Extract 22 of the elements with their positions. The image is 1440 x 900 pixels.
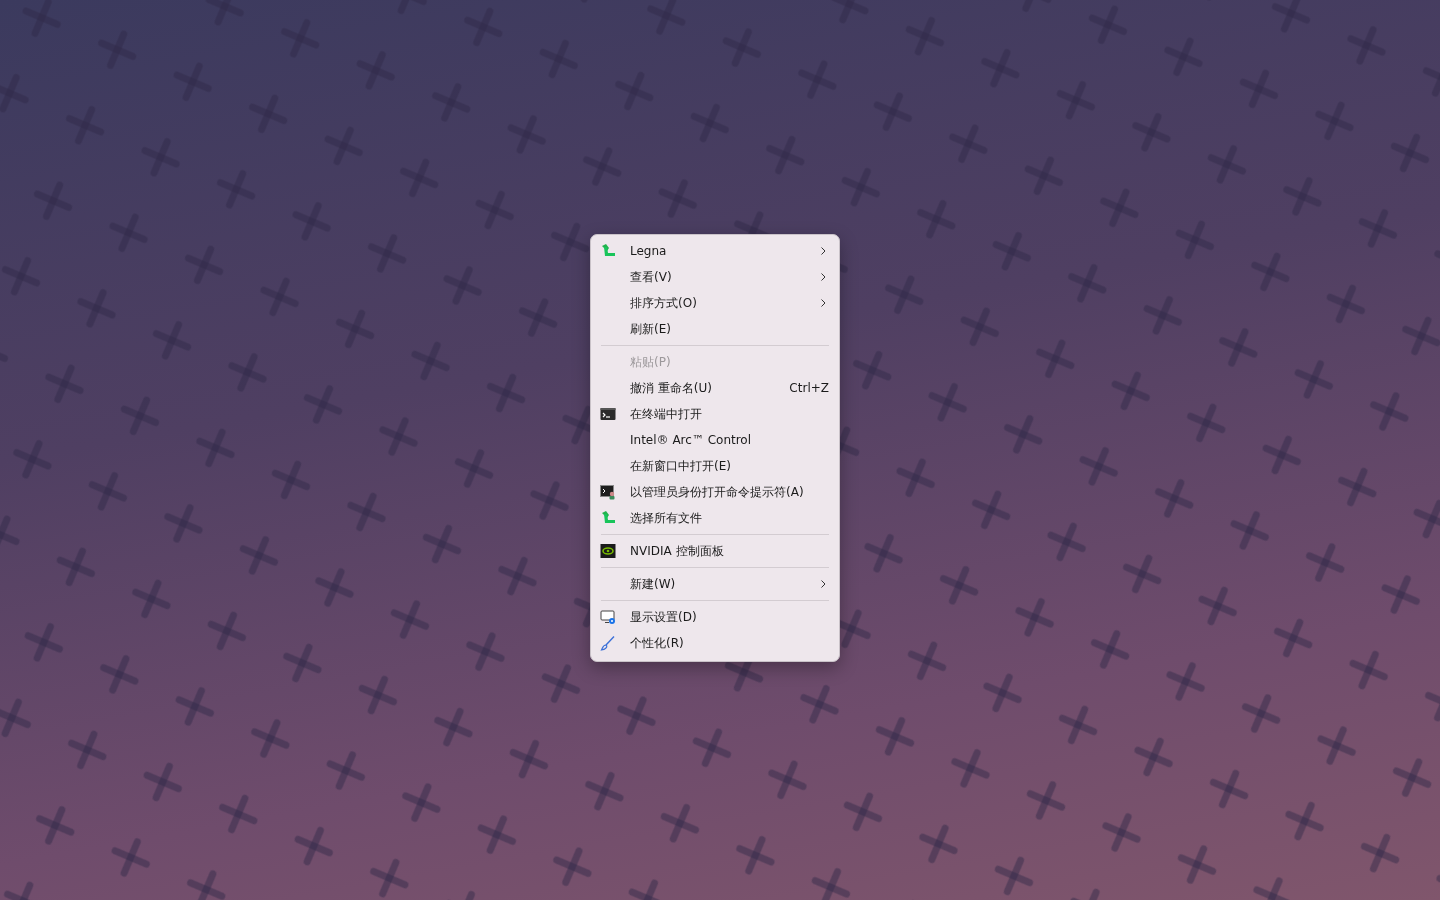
terminal-icon (600, 406, 616, 422)
menu-item[interactable]: 选择所有文件 (595, 505, 835, 531)
menu-item[interactable]: 以管理员身份打开命令提示符(A) (595, 479, 835, 505)
menu-item[interactable]: 新建(W) (595, 571, 835, 597)
chip-eye-icon (600, 543, 616, 559)
menu-item[interactable]: 撤消 重命名(U) Ctrl+Z (595, 375, 835, 401)
shortcut-text: Ctrl+Z (789, 381, 829, 395)
command-prompt-icon (600, 484, 616, 500)
brush-icon (600, 635, 616, 651)
menu-item[interactable]: 刷新(E) (595, 316, 835, 342)
menu-item[interactable]: 排序方式(O) (595, 290, 835, 316)
menu-item[interactable]: 在终端中打开 (595, 401, 835, 427)
menu-item[interactable]: Legna (595, 238, 835, 264)
leaf-icon (600, 510, 616, 526)
leaf-icon (600, 243, 616, 259)
menu-item[interactable]: 查看(V) (595, 264, 835, 290)
menu-item[interactable]: 个性化(R) (595, 630, 835, 656)
menu-item[interactable]: NVIDIA 控制面板 (595, 538, 835, 564)
menu-item[interactable]: 显示设置(D) (595, 604, 835, 630)
monitor-gear-icon (600, 609, 616, 625)
menu-item[interactable]: 在新窗口中打开(E) (595, 453, 835, 479)
menu-item[interactable]: Intel® Arc™ Control (595, 427, 835, 453)
